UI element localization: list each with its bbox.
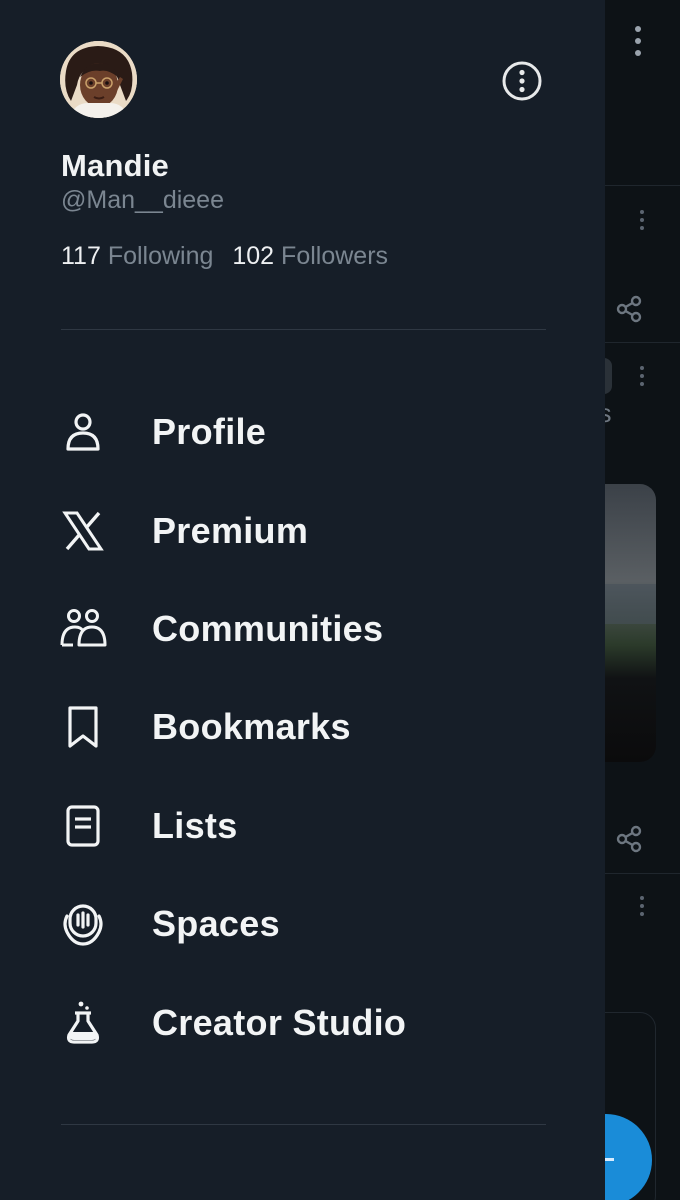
follow-stats: 117 Following 102 Followers bbox=[61, 242, 388, 271]
menu-item-creator-studio[interactable]: Creator Studio bbox=[0, 973, 605, 1071]
people-icon bbox=[58, 604, 108, 654]
share-icon[interactable] bbox=[614, 294, 644, 324]
menu-label-lists: Lists bbox=[152, 804, 238, 846]
menu-item-profile[interactable]: Profile bbox=[0, 383, 605, 481]
divider bbox=[600, 342, 680, 343]
following-count: 117 bbox=[61, 242, 101, 270]
menu-label-spaces: Spaces bbox=[152, 903, 280, 945]
followers-count: 102 bbox=[232, 242, 275, 270]
followers-link[interactable]: 102 Followers bbox=[232, 242, 388, 271]
menu-label-premium: Premium bbox=[152, 509, 309, 551]
following-label: Following bbox=[107, 242, 214, 270]
person-icon bbox=[58, 407, 108, 457]
x-logo-icon bbox=[58, 506, 108, 556]
menu-label-bookmarks: Bookmarks bbox=[152, 706, 351, 748]
share-icon[interactable] bbox=[614, 824, 644, 854]
divider bbox=[61, 329, 546, 330]
more-options-icon[interactable] bbox=[500, 59, 544, 103]
more-vertical-icon[interactable] bbox=[638, 896, 646, 920]
menu-item-premium[interactable]: Premium bbox=[0, 481, 605, 579]
menu-item-lists[interactable]: Lists bbox=[0, 777, 605, 875]
list-icon bbox=[58, 801, 108, 851]
microphone-icon bbox=[58, 899, 108, 949]
drawer-menu: Profile Premium Communities Bookmarks Li… bbox=[0, 383, 605, 1072]
menu-item-spaces[interactable]: Spaces bbox=[0, 875, 605, 973]
bookmark-icon bbox=[58, 702, 108, 752]
username-handle[interactable]: @Man__dieee bbox=[61, 186, 224, 215]
followers-label: Followers bbox=[281, 242, 389, 270]
flask-icon bbox=[58, 998, 108, 1048]
more-vertical-icon[interactable] bbox=[638, 366, 646, 390]
menu-item-bookmarks[interactable]: Bookmarks bbox=[0, 678, 605, 776]
menu-label-creator-studio: Creator Studio bbox=[152, 1001, 407, 1043]
avatar[interactable] bbox=[60, 41, 137, 118]
navigation-drawer: Mandie @Man__dieee 117 Following 102 Fol… bbox=[0, 0, 605, 1200]
following-link[interactable]: 117 Following bbox=[61, 242, 213, 271]
display-name[interactable]: Mandie bbox=[61, 148, 169, 184]
divider bbox=[600, 873, 680, 874]
divider bbox=[600, 185, 680, 186]
menu-item-communities[interactable]: Communities bbox=[0, 580, 605, 678]
more-vertical-icon[interactable] bbox=[634, 26, 642, 62]
divider bbox=[61, 1124, 546, 1125]
menu-label-profile: Profile bbox=[152, 411, 267, 453]
menu-label-communities: Communities bbox=[152, 607, 384, 649]
more-vertical-icon[interactable] bbox=[638, 210, 646, 234]
